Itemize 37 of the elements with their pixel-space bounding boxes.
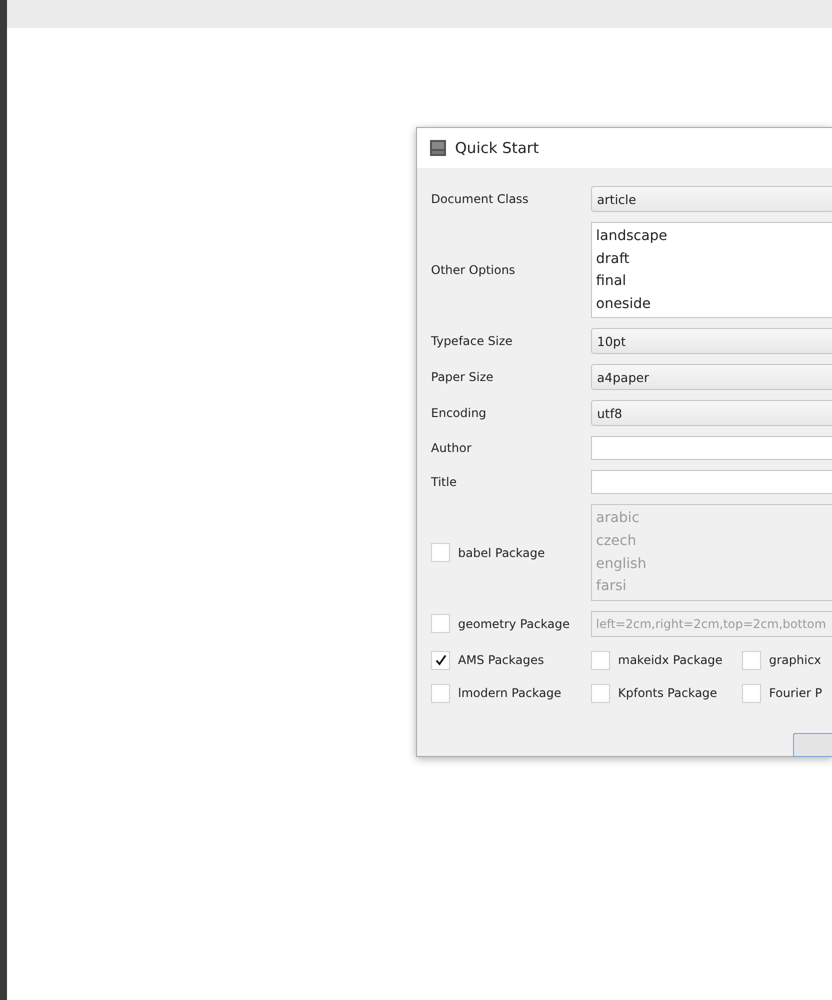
checkbox-label[interactable]: makeidx Package bbox=[618, 653, 723, 668]
field-label: Other Options bbox=[431, 263, 516, 278]
field-label: Title bbox=[431, 475, 458, 490]
input-field[interactable] bbox=[591, 470, 832, 494]
checkbox[interactable] bbox=[591, 650, 610, 670]
list-item[interactable]: landscape bbox=[596, 225, 829, 248]
dropdown[interactable]: 10pt bbox=[591, 328, 832, 354]
checkbox[interactable] bbox=[742, 684, 761, 703]
checkbox[interactable] bbox=[431, 543, 450, 562]
checkbox[interactable] bbox=[431, 614, 450, 634]
dropdown[interactable]: utf8 bbox=[591, 400, 832, 426]
field-label: Encoding bbox=[431, 406, 488, 420]
window-title: Quick Start bbox=[455, 139, 539, 157]
checkbox-label[interactable]: babel Package bbox=[458, 546, 545, 560]
input-field[interactable] bbox=[591, 436, 832, 460]
field-label: Paper Size bbox=[431, 370, 494, 384]
list-item[interactable]: final bbox=[596, 270, 829, 293]
checkbox[interactable] bbox=[591, 684, 610, 703]
checkbox[interactable] bbox=[431, 650, 450, 670]
checkbox-label[interactable]: lmodern Package bbox=[458, 686, 562, 700]
field-label: Document Class bbox=[431, 192, 530, 206]
checkbox[interactable] bbox=[742, 650, 761, 670]
checkbox[interactable] bbox=[431, 684, 450, 703]
list-item[interactable]: draft bbox=[596, 248, 829, 270]
dropdown[interactable]: article bbox=[591, 186, 832, 212]
checkbox-label[interactable]: Kpfonts Package bbox=[618, 686, 718, 700]
field-label: Typeface Size bbox=[431, 334, 514, 348]
app-icon bbox=[429, 139, 447, 157]
checkbox-label[interactable]: Fourier P bbox=[769, 686, 822, 700]
field-label: Author bbox=[431, 441, 472, 456]
dropdown[interactable]: a4paper bbox=[591, 364, 832, 390]
dialog-button[interactable] bbox=[793, 732, 832, 757]
checkbox-label[interactable]: geometry Package bbox=[458, 616, 570, 631]
checkbox-label[interactable]: AMS Packages bbox=[458, 653, 544, 668]
checkbox-label[interactable]: graphicx bbox=[769, 653, 822, 668]
checkmark-icon bbox=[434, 654, 446, 666]
list-item[interactable]: oneside bbox=[596, 292, 829, 316]
